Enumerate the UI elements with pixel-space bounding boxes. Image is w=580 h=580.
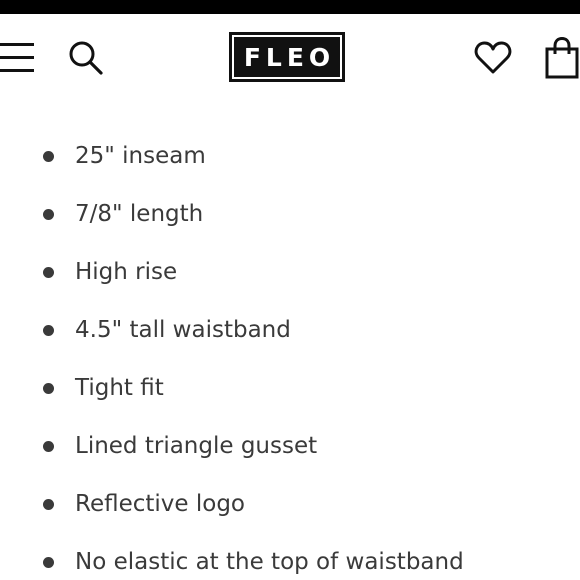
- bullet-point: [43, 151, 54, 162]
- site-header: FLEO: [0, 14, 580, 100]
- bullet-point: [43, 499, 54, 510]
- top-bar: [0, 0, 580, 14]
- list-item: No elastic at the top of waistband: [0, 533, 580, 580]
- list-item: Tight fit: [0, 359, 580, 417]
- bullet-point: [43, 267, 54, 278]
- brand-logo-text: FLEO: [243, 42, 336, 72]
- list-item: High rise: [0, 243, 580, 301]
- shopping-bag-icon[interactable]: [544, 36, 580, 79]
- list-item: Reflective logo: [0, 475, 580, 533]
- bullet-point: [43, 383, 54, 394]
- feature-text: 25" inseam: [75, 143, 206, 169]
- list-item: 25" inseam: [0, 127, 580, 185]
- list-item: 7/8" length: [0, 185, 580, 243]
- feature-text: 7/8" length: [75, 201, 204, 227]
- heart-icon[interactable]: [474, 41, 512, 75]
- bullet-point: [43, 209, 54, 220]
- feature-text: No elastic at the top of waistband: [75, 549, 464, 575]
- feature-text: Reflective logo: [75, 491, 245, 517]
- product-features-list: 25" inseam 7/8" length High rise 4.5" ta…: [0, 127, 580, 580]
- brand-logo-frame: FLEO: [232, 35, 342, 79]
- menu-icon[interactable]: [0, 41, 36, 75]
- bullet-point: [43, 441, 54, 452]
- list-item: 4.5" tall waistband: [0, 301, 580, 359]
- feature-text: Tight fit: [75, 375, 164, 401]
- product-details-page: FLEO 25" inseam 7/8" length High rise 4.…: [0, 0, 580, 580]
- feature-text: Lined triangle gusset: [75, 433, 318, 459]
- bullet-point: [43, 325, 54, 336]
- feature-text: 4.5" tall waistband: [75, 317, 291, 343]
- feature-text: High rise: [75, 259, 178, 285]
- search-icon[interactable]: [68, 40, 104, 76]
- bullet-point: [43, 557, 54, 568]
- brand-logo[interactable]: FLEO: [229, 32, 345, 82]
- list-item: Lined triangle gusset: [0, 417, 580, 475]
